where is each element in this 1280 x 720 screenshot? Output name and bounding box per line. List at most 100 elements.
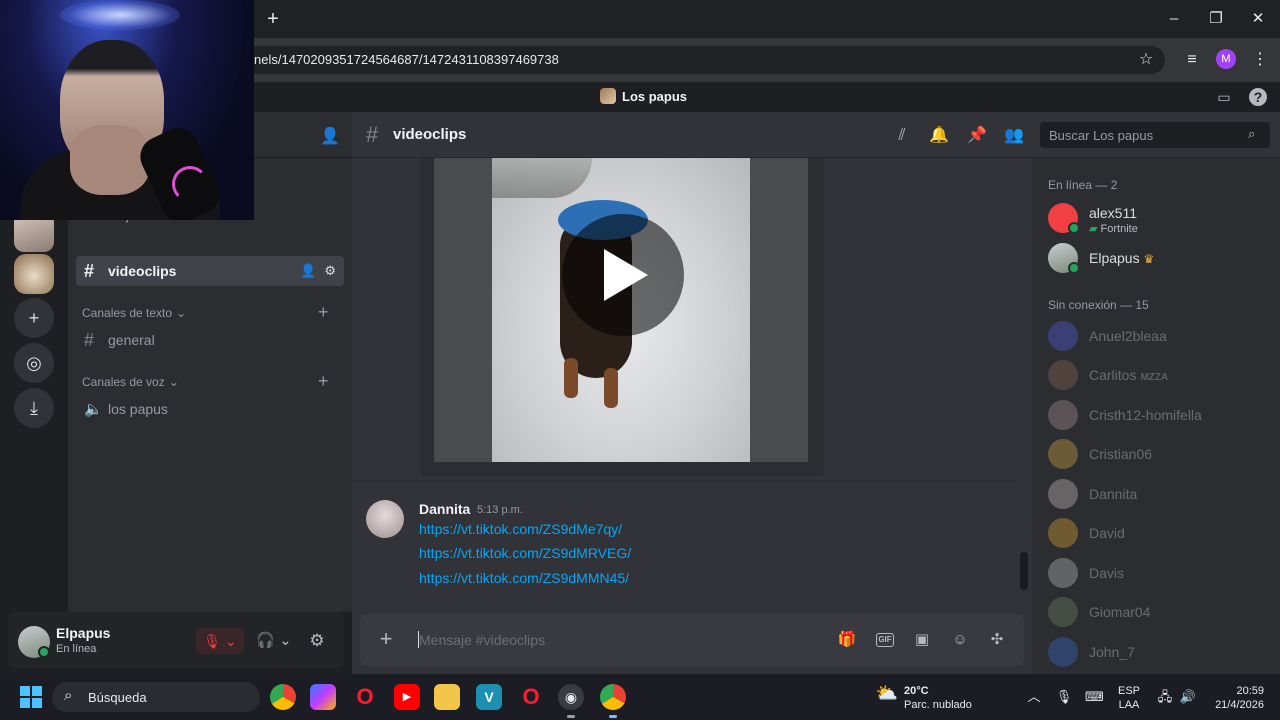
user-settings-gear-icon[interactable]: ⚙ [306,630,328,652]
minimize-button[interactable]: – [1160,8,1188,30]
avatar [1048,597,1078,627]
language-bottom[interactable]: LAA [1116,698,1142,712]
category-text-channels[interactable]: Canales de texto ⌄ [82,306,186,320]
message-author[interactable]: Dannita [419,501,470,517]
user-name[interactable]: Elpapus [56,625,110,641]
file-explorer-icon[interactable] [434,684,460,710]
chevron-down-icon: ⌄ [176,306,187,320]
invite-people-icon[interactable]: 👤 [320,126,340,146]
member-david[interactable]: David [1048,515,1272,551]
member-dannita[interactable]: Dannita [1048,476,1272,512]
webcam-mic-ring-light [172,166,208,202]
category-voice-channels[interactable]: Canales de voz ⌄ [82,375,179,389]
gift-icon[interactable]: 🎁 [837,630,857,650]
bookmark-star-icon[interactable]: ☆ [1134,48,1158,72]
titlebar-server-name: Los papus [622,88,688,104]
add-text-channel-icon[interactable]: + [318,302,329,323]
explore-servers-icon[interactable]: ◎ [14,343,54,383]
invite-icon[interactable]: 👤 [300,263,316,279]
chevron-up-icon[interactable]: ︿ [1025,688,1043,706]
member-name: Carlitos MZZA [1089,367,1169,383]
vegas-app-icon[interactable]: V [476,684,502,710]
weather-desc[interactable]: Parc. nublado [904,698,972,712]
taskbar-search[interactable] [52,682,260,712]
member-cristian06[interactable]: Cristian06 [1048,436,1272,472]
member-list-icon[interactable]: 👥 [1003,125,1025,147]
server-los-papus-icon[interactable] [14,254,54,294]
video-faucet [492,158,592,198]
maximize-button[interactable]: ❐ [1202,8,1230,30]
profile-avatar[interactable]: M [1216,49,1236,69]
avatar [1048,400,1078,430]
clock-date[interactable]: 21/4/2026 [1206,698,1264,712]
sticker-icon[interactable]: ▣ [912,630,932,650]
message-input-placeholder[interactable]: Mensaje #videoclips [419,632,545,648]
member-john7[interactable]: John_7 [1048,634,1272,670]
keyboard-icon[interactable]: ⌨ [1085,688,1104,706]
add-server-icon[interactable]: + [14,298,54,338]
channel-name: videoclips [108,263,177,279]
youtube-app-icon[interactable]: ▶ [394,684,420,710]
member-name: Anuel2bleaa [1089,328,1167,344]
message-link[interactable]: https://vt.tiktok.com/ZS9dMMN45/ [419,570,629,586]
pinned-messages-icon[interactable]: 📌 [966,125,988,147]
webcam-ceiling-light [60,0,180,30]
threads-icon[interactable]: ⫽ [891,125,913,147]
member-carlitos[interactable]: Carlitos MZZA [1048,357,1272,393]
channel-los-papus[interactable]: 🔈 los papus [76,394,344,424]
member-name: David [1089,525,1125,541]
headphones-button[interactable]: 🎧 ⌄ [252,630,296,652]
mute-microphone-button[interactable]: 🎙 ⌄ [196,628,244,654]
online-status-dot [38,646,50,658]
windows-start-icon[interactable] [20,686,42,708]
download-apps-icon[interactable]: ⤓ [14,388,54,428]
member-anuel2bleaa[interactable]: Anuel2bleaa [1048,318,1272,354]
apps-icon[interactable]: ✣ [987,630,1007,650]
server-thumbnail-icon [600,88,616,104]
member-name: Cristh12-homifella [1089,407,1202,423]
member-alex511[interactable]: alex511 ▰ Fortnite [1048,200,1272,236]
clock-time[interactable]: 20:59 [1206,684,1264,698]
member-elpapus[interactable]: Elpapus ♛ [1048,240,1272,276]
member-cristh12[interactable]: Cristh12-homifella [1048,397,1272,433]
avatar [1048,360,1078,390]
member-name: John_7 [1089,644,1135,660]
chrome-profile-app-icon[interactable] [600,684,626,710]
category-label: Canales de texto [82,306,173,320]
inbox-icon[interactable]: ▭ [1215,88,1233,106]
language-top[interactable]: ESP [1116,684,1142,698]
notification-bell-icon[interactable]: 🔔 [928,125,950,147]
chat-scrollbar[interactable] [1020,552,1028,590]
member-davis[interactable]: Davis [1048,555,1272,591]
weather-icon[interactable]: ⛅ [874,684,900,702]
media-controls-icon[interactable]: ≡ [1180,48,1204,72]
emoji-icon[interactable]: ☺ [950,630,970,650]
opera-app-icon[interactable]: O [352,684,378,710]
channel-settings-icon[interactable]: ⚙ [324,263,336,279]
volume-icon[interactable]: 🔊 [1179,688,1197,706]
running-indicator [609,715,617,718]
address-url[interactable]: nels/1470209351724564687/147243110839746… [254,52,559,67]
opera-gx-app-icon[interactable]: O [518,684,544,710]
member-giomar04[interactable]: Giomar04 [1048,594,1272,630]
attach-plus-icon[interactable]: + [375,628,397,650]
new-tab-button[interactable]: + [262,8,284,30]
message-link[interactable]: https://vt.tiktok.com/ZS9dMRVEG/ [419,545,631,561]
close-window-button[interactable]: ✕ [1244,8,1272,30]
microphone-icon[interactable]: 🎙 [1055,688,1073,706]
channel-general[interactable]: # general [76,325,344,355]
network-icon[interactable]: 🖧 [1156,688,1174,706]
add-voice-channel-icon[interactable]: + [318,371,329,392]
avatar[interactable] [366,500,404,538]
obs-app-icon[interactable]: ◉ [558,684,584,710]
help-icon[interactable]: ? [1249,88,1267,106]
channel-videoclips[interactable]: # videoclips 👤 ⚙ [76,256,344,286]
message-link[interactable]: https://vt.tiktok.com/ZS9dMe7qy/ [419,521,622,537]
chrome-app-icon[interactable] [270,684,296,710]
member-name: Dannita [1089,486,1138,502]
browser-menu-icon[interactable]: ⋮ [1248,48,1272,72]
gif-icon[interactable]: GIF [876,633,894,647]
copilot-app-icon[interactable] [310,684,336,710]
weather-temp[interactable]: 20°C [904,684,929,698]
member-name: Elpapus ♛ [1089,250,1155,266]
